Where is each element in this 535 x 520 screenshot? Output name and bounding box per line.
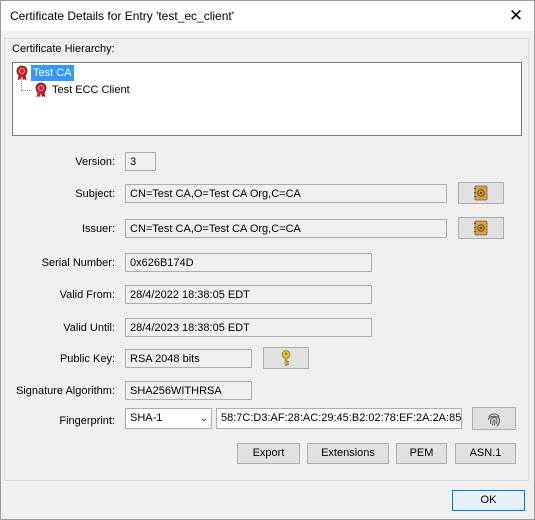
key-icon xyxy=(281,350,291,366)
fingerprint-algorithm-value: SHA-1 xyxy=(130,412,163,424)
public-key-label: Public Key: xyxy=(59,353,115,365)
issuer-field[interactable]: CN=Test CA,O=Test CA Org,C=CA xyxy=(125,219,447,238)
tree-item-label: Test ECC Client xyxy=(52,84,130,96)
tree-item-test-ca[interactable]: Test CA xyxy=(15,65,74,81)
signature-algorithm-field[interactable]: SHA256WITHRSA xyxy=(125,381,252,400)
window-title: Certificate Details for Entry 'test_ec_c… xyxy=(10,9,235,23)
subject-label: Subject: xyxy=(75,188,115,200)
signature-algorithm-label: Signature Algorithm: xyxy=(15,385,115,397)
address-book-icon xyxy=(474,185,488,201)
fingerprint-algorithm-select[interactable]: SHA-1 ⌄ xyxy=(125,408,212,429)
asn1-button[interactable]: ASN.1 xyxy=(455,443,516,464)
valid-from-label: Valid From: xyxy=(59,289,115,301)
extensions-button[interactable]: Extensions xyxy=(307,443,389,464)
issuer-label: Issuer: xyxy=(81,223,115,235)
tree-item-test-ecc-client[interactable]: Test ECC Client xyxy=(34,82,132,98)
version-field[interactable]: 3 xyxy=(125,152,156,171)
view-subject-button[interactable] xyxy=(458,182,504,204)
title-bar: Certificate Details for Entry 'test_ec_c… xyxy=(1,1,534,31)
certificate-seal-icon xyxy=(16,65,28,81)
tree-connector xyxy=(21,81,22,90)
version-label: Version: xyxy=(75,156,115,168)
fingerprint-field[interactable]: 58:7C:D3:AF:28:AC:29:45:B2:02:78:EF:2A:2… xyxy=(216,408,462,429)
chevron-down-icon: ⌄ xyxy=(199,413,208,424)
view-public-key-button[interactable] xyxy=(263,347,309,369)
serial-number-field[interactable]: 0x626B174D xyxy=(125,253,372,272)
tree-item-label: Test CA xyxy=(31,65,74,81)
certificate-hierarchy-tree[interactable] xyxy=(12,62,522,136)
fingerprint-icon xyxy=(488,413,501,426)
ok-button[interactable]: OK xyxy=(452,490,525,511)
valid-until-field[interactable]: 28/4/2023 18:38:05 EDT xyxy=(125,318,372,337)
view-issuer-button[interactable] xyxy=(458,217,504,239)
close-icon: ✕ xyxy=(508,6,524,25)
serial-number-label: Serial Number: xyxy=(41,257,115,269)
subject-field[interactable]: CN=Test CA,O=Test CA Org,C=CA xyxy=(125,184,447,203)
fingerprint-label: Fingerprint: xyxy=(59,415,115,427)
address-book-icon xyxy=(474,220,488,236)
export-button[interactable]: Export xyxy=(237,443,300,464)
copy-fingerprint-button[interactable] xyxy=(472,407,516,430)
close-button[interactable]: ✕ xyxy=(504,4,528,28)
public-key-field[interactable]: RSA 2048 bits xyxy=(125,349,252,368)
certificate-seal-icon xyxy=(35,82,47,98)
tree-connector xyxy=(21,90,32,91)
valid-until-label: Valid Until: xyxy=(63,322,115,334)
pem-button[interactable]: PEM xyxy=(396,443,447,464)
hierarchy-label: Certificate Hierarchy: xyxy=(12,43,115,55)
valid-from-field[interactable]: 28/4/2022 18:38:05 EDT xyxy=(125,285,372,304)
